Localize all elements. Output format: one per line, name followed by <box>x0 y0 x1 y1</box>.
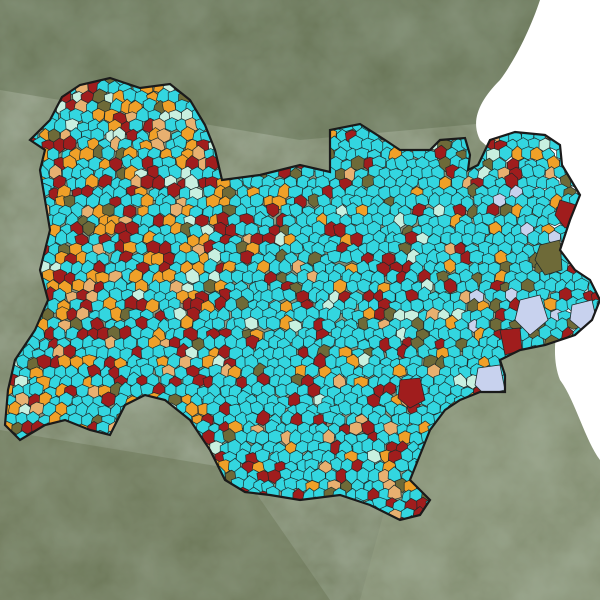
map-view[interactable] <box>0 0 600 600</box>
map-canvas[interactable] <box>0 0 600 600</box>
